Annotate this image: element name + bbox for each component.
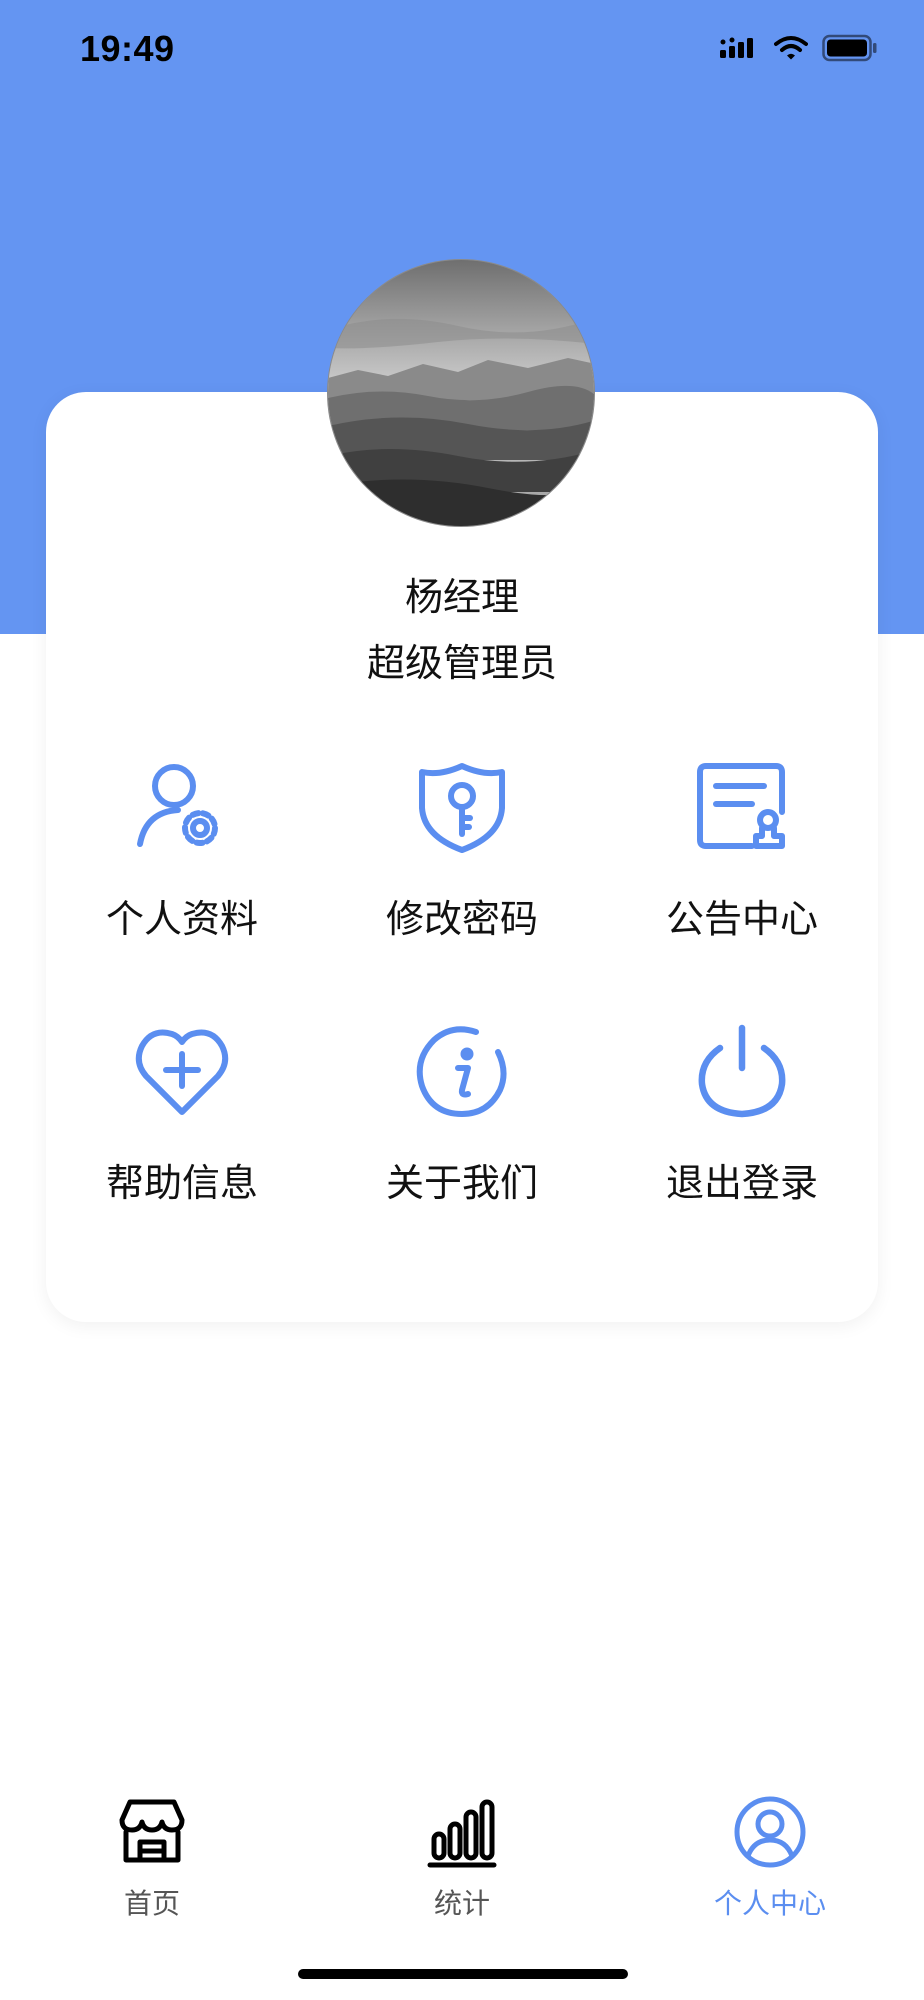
tab-statistics[interactable]: 统计 bbox=[362, 1796, 562, 1926]
menu-item-label: 公告中心 bbox=[665, 897, 818, 941]
shield-key-icon bbox=[412, 758, 512, 858]
avatar-landscape-image bbox=[328, 260, 594, 526]
menu-item-change-password[interactable]: 修改密码 bbox=[322, 758, 602, 978]
menu-item-profile[interactable]: 个人资料 bbox=[42, 758, 322, 978]
home-indicator bbox=[298, 1969, 628, 1979]
tab-label: 首页 bbox=[123, 1887, 180, 1920]
user-role: 超级管理员 bbox=[366, 641, 557, 685]
heart-plus-icon bbox=[132, 1022, 232, 1122]
status-icons bbox=[720, 34, 878, 62]
user-name: 杨经理 bbox=[404, 575, 519, 619]
status-bar: 19:49 bbox=[0, 0, 924, 100]
menu-item-label: 退出登录 bbox=[665, 1161, 818, 1205]
menu-item-logout[interactable]: 退出登录 bbox=[602, 1022, 882, 1242]
user-settings-icon bbox=[132, 758, 232, 858]
menu-item-label: 帮助信息 bbox=[105, 1161, 258, 1205]
bar-chart-icon bbox=[426, 1796, 498, 1868]
menu-item-help[interactable]: 帮助信息 bbox=[42, 1022, 322, 1242]
status-time: 19:49 bbox=[80, 28, 175, 69]
store-icon bbox=[116, 1796, 188, 1868]
menu-item-label: 修改密码 bbox=[385, 897, 538, 941]
menu-item-label: 个人资料 bbox=[105, 897, 258, 941]
avatar[interactable] bbox=[327, 259, 595, 527]
battery-icon bbox=[822, 34, 877, 62]
menu-item-announcements[interactable]: 公告中心 bbox=[602, 758, 882, 978]
wifi-icon bbox=[774, 36, 808, 60]
power-icon bbox=[692, 1022, 792, 1122]
profile-screen: 19:49 杨经理 超级管理员 个人资料 修改密码 公告中心 帮助信息 关于我们… bbox=[0, 0, 924, 2000]
certificate-icon bbox=[692, 758, 792, 858]
cellular-signal-icon bbox=[720, 37, 753, 58]
info-icon bbox=[412, 1022, 512, 1122]
tab-label: 个人中心 bbox=[713, 1887, 826, 1920]
tab-personal-center[interactable]: 个人中心 bbox=[670, 1796, 870, 1926]
menu-item-label: 关于我们 bbox=[385, 1161, 538, 1205]
menu-item-about-us[interactable]: 关于我们 bbox=[322, 1022, 602, 1242]
user-circle-icon bbox=[734, 1796, 806, 1868]
tab-home[interactable]: 首页 bbox=[52, 1796, 252, 1926]
tab-label: 统计 bbox=[433, 1887, 490, 1920]
